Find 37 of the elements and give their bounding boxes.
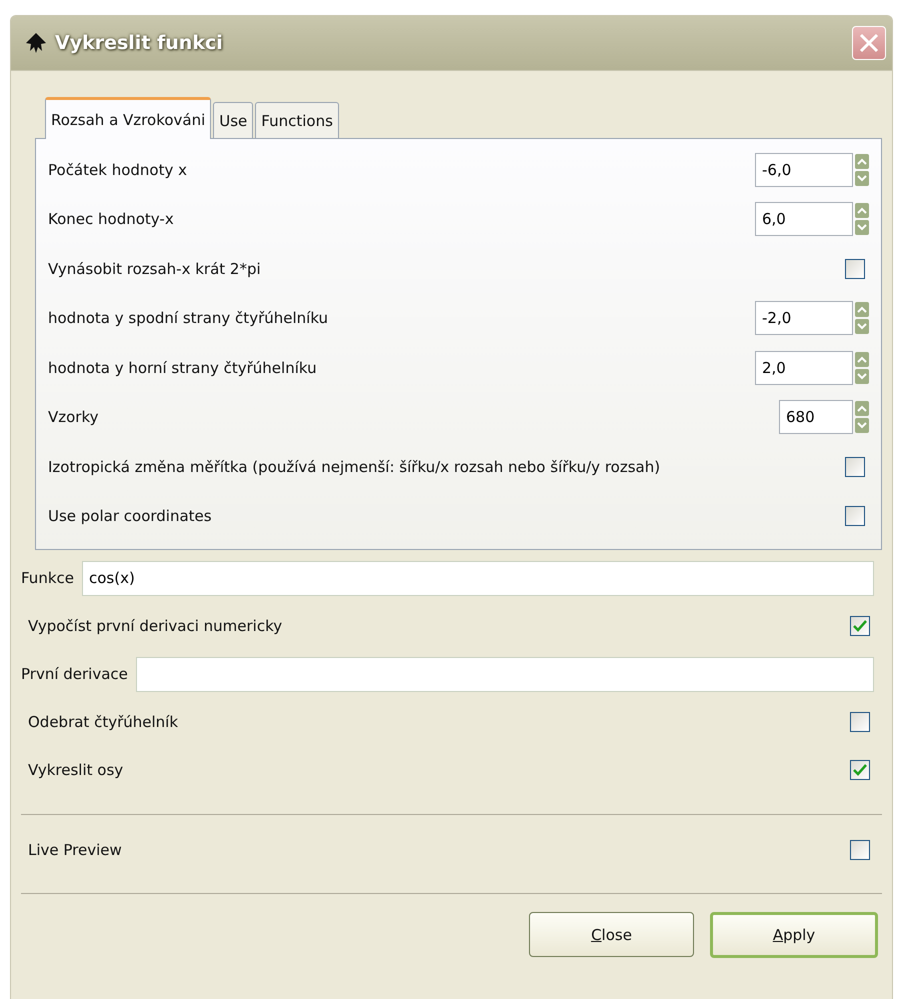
- field-label: Vypočíst první derivaci numericky: [28, 617, 282, 635]
- checkbox[interactable]: [850, 712, 870, 732]
- spin-field[interactable]: -2,0: [755, 301, 853, 336]
- field-label: hodnota y horní strany čtyřúhelníku: [48, 358, 317, 377]
- field-label: Live Preview: [28, 841, 122, 859]
- field-label: Počátek hodnoty x: [48, 160, 187, 179]
- field-label: Vzorky: [48, 408, 99, 426]
- input-field[interactable]: [136, 656, 874, 692]
- field-label: Konec hodnoty-x: [48, 210, 174, 228]
- window-title: Vykreslit funkci: [55, 32, 224, 54]
- input-field[interactable]: cos(x): [82, 560, 874, 596]
- spin-field[interactable]: -6,0: [755, 152, 853, 187]
- close-button[interactable]: [852, 26, 886, 60]
- dialog-button[interactable]: Apply: [710, 912, 878, 958]
- field-label: Funkce: [21, 569, 74, 587]
- field-label: hodnota y spodní strany čtyřúhelníku: [48, 309, 328, 328]
- app-logo-icon: [25, 32, 47, 54]
- tab[interactable]: Functions: [255, 102, 339, 138]
- checkbox[interactable]: [845, 258, 865, 279]
- field-label: Vykreslit osy: [28, 761, 124, 779]
- field-label: Odebrat čtyřúhelník: [28, 713, 178, 731]
- checkbox[interactable]: [845, 506, 865, 526]
- spin-field[interactable]: 2,0: [755, 350, 853, 385]
- tab[interactable]: Use: [213, 102, 254, 138]
- tab[interactable]: Rozsah a Vzrokováni: [45, 97, 212, 139]
- dialog-button[interactable]: Close: [529, 912, 694, 957]
- checkbox[interactable]: [850, 760, 870, 780]
- field-label: První derivace: [21, 665, 128, 683]
- field-label: Vynásobit rozsah-x krát 2*pi: [48, 260, 261, 278]
- checkbox[interactable]: [850, 616, 870, 636]
- field-label: Use polar coordinates: [48, 507, 212, 526]
- close-icon: [858, 32, 880, 54]
- spin-field[interactable]: 6,0: [755, 202, 853, 236]
- checkbox[interactable]: [850, 840, 870, 860]
- checkbox[interactable]: [845, 456, 865, 477]
- field-label: Izotropická změna měřítka (používá nejmenší: šířku/x rozsah nebo šířku/y rozsah): [48, 458, 660, 476]
- spin-field[interactable]: 680: [779, 400, 853, 434]
